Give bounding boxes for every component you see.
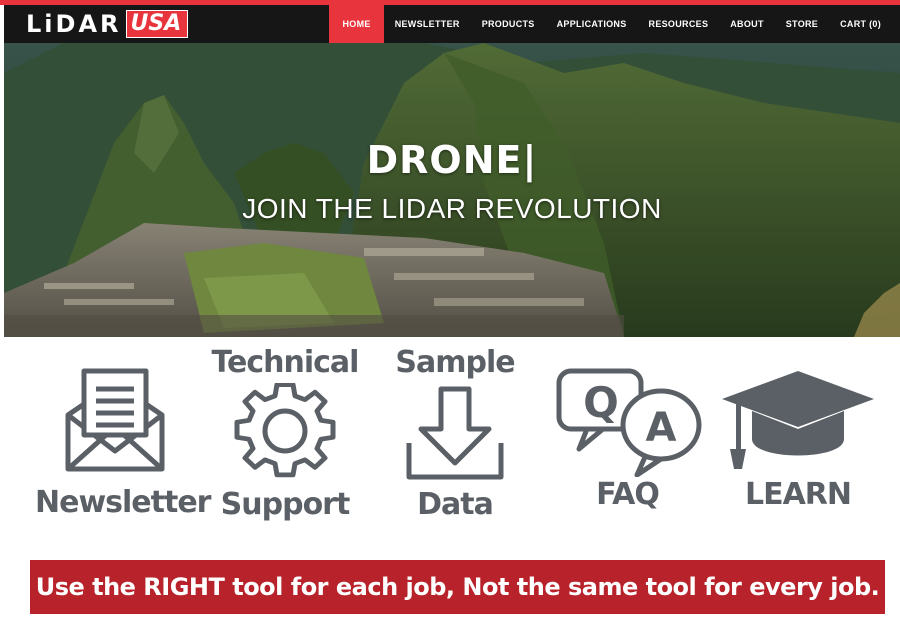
- nav-item-newsletter[interactable]: NEWSLETTER: [384, 5, 471, 43]
- sample-data-tile[interactable]: Sample Data: [375, 345, 535, 545]
- nav-item-home[interactable]: HOME: [329, 5, 384, 43]
- nav-item-about[interactable]: ABOUT: [719, 5, 775, 43]
- main-menu: HOME NEWSLETTER PRODUCTS APPLICATIONS RE…: [329, 5, 892, 43]
- faq-tile[interactable]: Q A FAQ: [545, 345, 710, 545]
- technical-support-tile[interactable]: Technical Support: [205, 345, 365, 545]
- svg-text:Q: Q: [583, 378, 619, 427]
- nav-item-applications[interactable]: APPLICATIONS: [546, 5, 638, 43]
- nav-item-store[interactable]: STORE: [775, 5, 829, 43]
- sample-data-label-top: Sample: [395, 345, 515, 380]
- learn-label: LEARN: [744, 477, 852, 512]
- learn-tile[interactable]: LEARN: [718, 345, 878, 545]
- site-logo[interactable]: LiDAR USA: [26, 10, 189, 38]
- technical-support-label-bottom: Support: [220, 487, 351, 522]
- logo-text-lidar: LiDAR: [26, 10, 122, 38]
- hero-landscape-image: [4, 43, 900, 337]
- faq-label: FAQ: [596, 477, 660, 512]
- sample-data-label-bottom: Data: [417, 487, 494, 522]
- gear-icon: [234, 383, 336, 478]
- hero-subtitle: JOIN THE LIDAR REVOLUTION: [242, 193, 662, 224]
- logo-text-usa: USA: [125, 10, 189, 38]
- nav-item-cart[interactable]: CART (0): [829, 5, 892, 43]
- nav-item-products[interactable]: PRODUCTS: [471, 5, 546, 43]
- top-nav-bar: LiDAR USA HOME NEWSLETTER PRODUCTS APPLI…: [4, 5, 900, 43]
- qa-bubbles-icon: Q A: [556, 368, 701, 477]
- svg-text:A: A: [645, 405, 676, 451]
- newsletter-tile[interactable]: Newsletter: [35, 345, 211, 545]
- newsletter-label: Newsletter: [35, 485, 211, 520]
- slogan-banner: Use the RIGHT tool for each job, Not the…: [30, 560, 885, 614]
- technical-support-label-top: Technical: [211, 345, 360, 380]
- hero-title: DRONE|: [366, 138, 538, 182]
- envelope-icon: [65, 368, 165, 472]
- nav-item-resources[interactable]: RESOURCES: [638, 5, 720, 43]
- graduation-cap-icon: [722, 371, 874, 469]
- download-icon: [406, 386, 504, 480]
- hero-banner: DRONE| JOIN THE LIDAR REVOLUTION: [4, 43, 900, 337]
